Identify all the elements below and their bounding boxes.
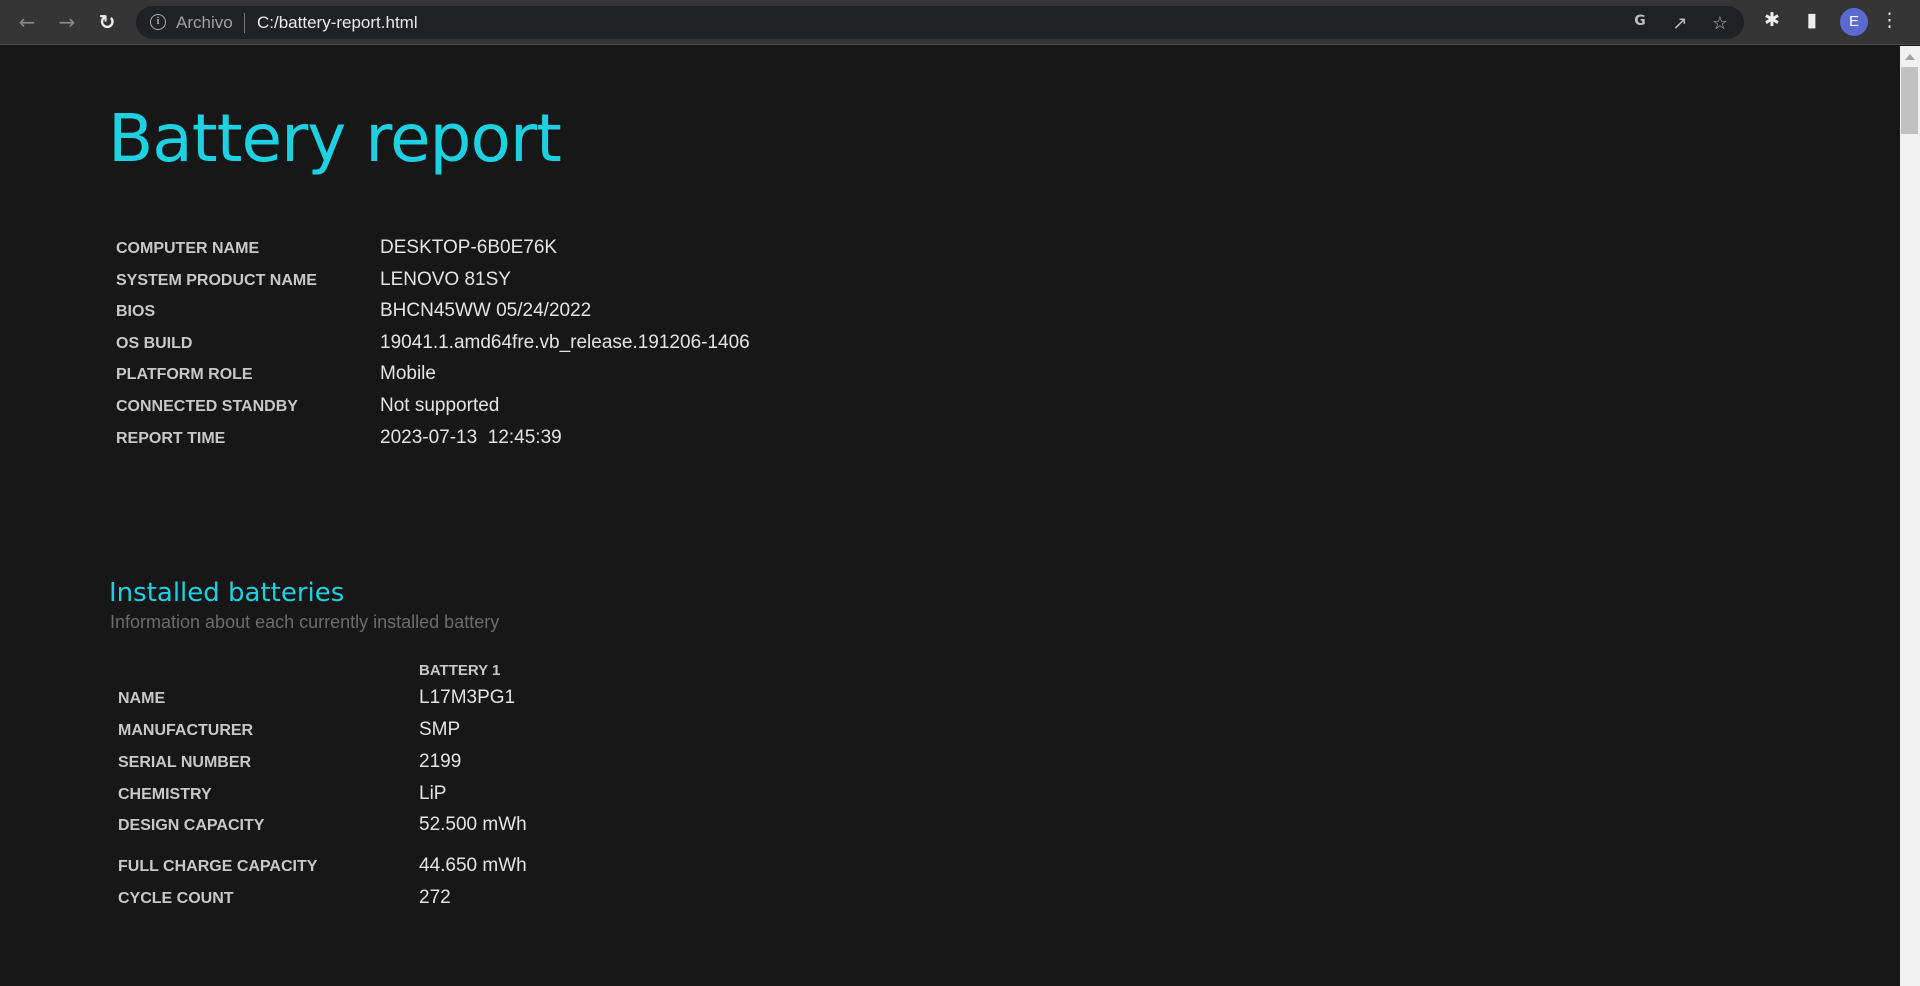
section-subtitle: Information about each currently install… bbox=[110, 612, 500, 632]
battery-label: CYCLE COUNT bbox=[118, 890, 234, 907]
info-value: 2023-07-13 12:45:39 bbox=[380, 426, 562, 448]
extensions-icon[interactable]: ✱ bbox=[1759, 9, 1785, 31]
info-value: Mobile bbox=[380, 363, 436, 385]
section-title: Installed batteries bbox=[109, 578, 345, 608]
info-label: COMPUTER NAME bbox=[116, 240, 260, 257]
battery-label: DESIGN CAPACITY bbox=[118, 817, 265, 834]
forward-icon[interactable]: → bbox=[53, 8, 81, 36]
reload-icon[interactable]: ↻ bbox=[93, 8, 121, 36]
battery-value: 272 bbox=[419, 887, 451, 908]
info-label: OS BUILD bbox=[116, 334, 193, 352]
battery-label: SERIAL NUMBER bbox=[118, 754, 252, 771]
scheme-label: Archivo bbox=[176, 13, 233, 32]
address-bar[interactable]: i Archivo C:/battery-report.html G ↗ ☆ bbox=[136, 6, 1744, 39]
browser-toolbar: ← → ↻ i Archivo C:/battery-report.html G… bbox=[0, 0, 1920, 45]
info-value: Not supported bbox=[380, 395, 500, 416]
battery-label: CHEMISTRY bbox=[118, 786, 212, 803]
info-value: LENOVO 81SY bbox=[380, 268, 511, 290]
battery-value: 52.500 mWh bbox=[419, 814, 527, 835]
translate-icon[interactable]: G bbox=[1628, 13, 1652, 29]
back-icon[interactable]: ← bbox=[13, 8, 41, 36]
battery-value: 44.650 mWh bbox=[419, 855, 527, 876]
battery-column-header: BATTERY 1 bbox=[419, 662, 501, 679]
share-icon[interactable]: ↗ bbox=[1668, 13, 1692, 34]
battery-value: SMP bbox=[419, 719, 461, 740]
scroll-up-icon[interactable] bbox=[1905, 54, 1915, 60]
info-value: BHCN45WW 05/24/2022 bbox=[380, 300, 592, 322]
info-icon[interactable]: i bbox=[150, 14, 166, 30]
url-text[interactable]: C:/battery-report.html bbox=[257, 13, 418, 33]
side-panel-icon[interactable]: ▮ bbox=[1799, 9, 1825, 31]
info-label: BIOS bbox=[116, 303, 156, 321]
info-label: REPORT TIME bbox=[116, 429, 226, 447]
info-label: SYSTEM PRODUCT NAME bbox=[116, 271, 317, 289]
info-value: DESKTOP-6B0E76K bbox=[380, 237, 558, 258]
battery-value: LiP bbox=[419, 783, 447, 804]
battery-label: MANUFACTURER bbox=[118, 722, 254, 739]
page-title: Battery report bbox=[108, 100, 562, 177]
divider bbox=[244, 13, 245, 33]
battery-value: 2199 bbox=[419, 751, 462, 772]
info-label: PLATFORM ROLE bbox=[116, 366, 253, 384]
avatar[interactable]: E bbox=[1840, 8, 1868, 36]
star-icon[interactable]: ☆ bbox=[1708, 13, 1732, 34]
battery-label: NAME bbox=[118, 690, 166, 707]
info-label: CONNECTED STANDBY bbox=[116, 398, 298, 415]
scrollbar-thumb[interactable] bbox=[1901, 67, 1918, 134]
battery-value: L17M3PG1 bbox=[419, 687, 516, 708]
menu-icon[interactable]: ⋮ bbox=[1880, 9, 1899, 31]
battery-label: FULL CHARGE CAPACITY bbox=[118, 858, 318, 875]
scrollbar[interactable] bbox=[1900, 46, 1920, 986]
info-value: 19041.1.amd64fre.vb_release.191206-1406 bbox=[380, 331, 750, 353]
